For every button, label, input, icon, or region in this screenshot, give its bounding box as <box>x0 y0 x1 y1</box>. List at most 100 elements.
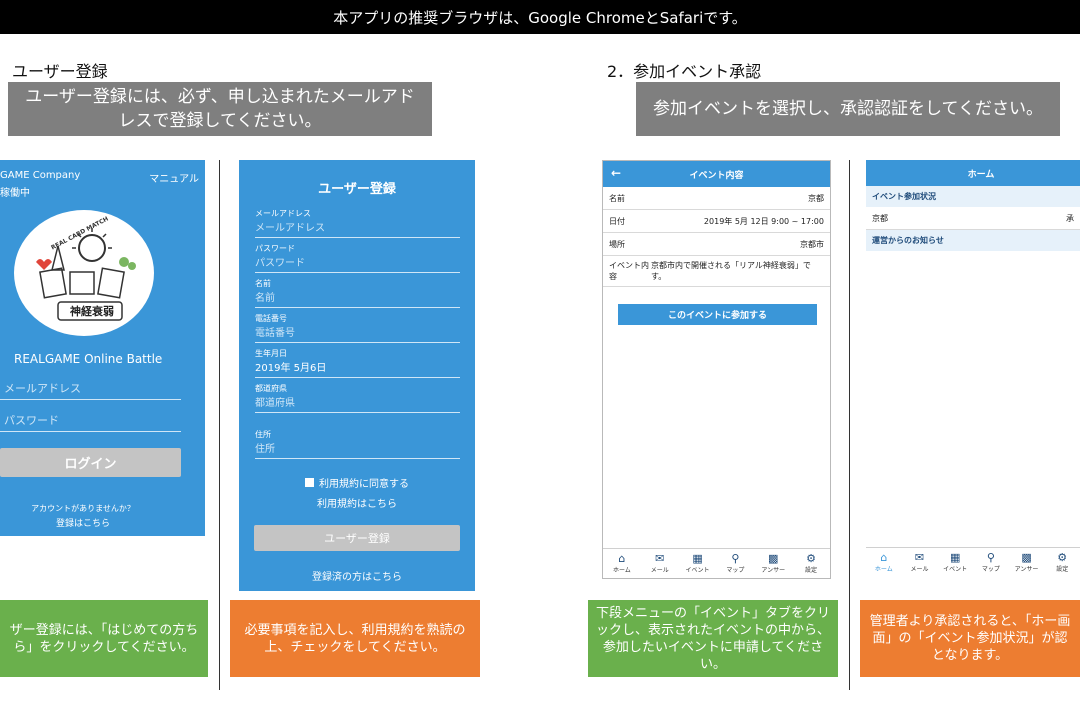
gear-icon: ⚙ <box>806 552 816 565</box>
caption-register-start: ザー登録には、「はじめての方ちら」をクリックしてください。 <box>0 600 208 677</box>
register-field-email[interactable]: メールアドレス メールアドレス <box>255 208 460 238</box>
register-field-prefecture[interactable]: 都道府県 都道府県 <box>255 383 460 413</box>
tab-label: アンサー <box>1014 566 1039 573</box>
tab-label: アンサー <box>761 567 786 574</box>
no-account-text: アカウントがありませんか？ <box>31 504 135 513</box>
register-field-name[interactable]: 名前 名前 <box>255 278 460 308</box>
caption-text: 必要事項を記入し、利用規約を熟読の上、チェックをしてください。 <box>244 622 466 655</box>
status-row-name: 京都 <box>872 213 888 223</box>
field-label: パスワード <box>255 244 295 253</box>
field-label: 都道府県 <box>255 384 287 393</box>
field-input[interactable]: パスワード <box>255 254 460 273</box>
event-row-date: 日付 2019年 5月 12日 9:00 ~ 17:00 <box>603 210 830 233</box>
field-input[interactable]: 電話番号 <box>255 324 460 343</box>
tab-map[interactable]: ⚲ マップ <box>973 552 1009 577</box>
tab-home[interactable]: ⌂ ホーム <box>866 552 902 577</box>
status-row-value: 承 <box>1066 213 1074 223</box>
user-register-button[interactable]: ユーザー登録 <box>254 525 460 551</box>
top-notice-text: 本アプリの推奨ブラウザは、Google ChromeとSafariです。 <box>333 8 747 27</box>
mail-icon: ✉ <box>914 551 925 564</box>
email-input[interactable]: メールアドレス <box>0 378 181 400</box>
home-icon: ⌂ <box>880 551 888 564</box>
tab-label: ホーム <box>874 566 893 573</box>
section1-title: ユーザー登録 <box>12 62 108 81</box>
top-notice-bar: 本アプリの推奨ブラウザは、Google ChromeとSafariです。 <box>0 0 1080 34</box>
field-input[interactable]: 名前 <box>255 289 460 308</box>
register-title: ユーザー登録 <box>318 182 396 197</box>
field-input[interactable]: 都道府県 <box>255 394 460 413</box>
tab-settings[interactable]: ⚙ 設定 <box>1044 552 1080 577</box>
event-row-name: 名前 京都 <box>603 187 830 210</box>
row-label: 日付 <box>609 216 625 226</box>
home-header-title: ホーム <box>967 169 995 180</box>
tab-mail[interactable]: ✉ メール <box>902 552 938 577</box>
app-name: REALGAME Online Battle <box>14 352 163 366</box>
login-button[interactable]: ログイン <box>0 448 181 477</box>
status-row[interactable]: 京都 承 <box>866 207 1080 230</box>
event-header: ← イベント内容 <box>603 161 830 187</box>
agree-checkbox-row[interactable]: 利用規約に同意する <box>305 475 409 490</box>
field-label: 電話番号 <box>255 314 287 323</box>
grid-icon: ▩ <box>768 552 779 565</box>
tab-mail[interactable]: ✉ メール <box>642 553 678 578</box>
company-name: GAME Company <box>0 170 81 181</box>
row-label: 名前 <box>609 193 625 203</box>
caption-fill-form: 必要事項を記入し、利用規約を熟読の上、チェックをしてください。 <box>230 600 480 677</box>
mail-icon: ✉ <box>655 552 665 565</box>
agree-checkbox[interactable] <box>305 478 314 487</box>
event-header-title: イベント内容 <box>689 170 744 181</box>
tab-label: メール <box>910 566 929 573</box>
tab-event[interactable]: ▦ イベント <box>937 552 973 577</box>
tab-event[interactable]: ▦ イベント <box>680 553 716 578</box>
map-pin-icon: ⚲ <box>731 552 740 565</box>
event-row-description: イベント内容 京都市内で開催される「リアル神経衰弱」です。 <box>603 256 830 287</box>
login-link[interactable]: 登録済の方はこちら <box>239 568 475 583</box>
tab-label: メール <box>650 567 669 574</box>
tab-map[interactable]: ⚲ マップ <box>717 553 753 578</box>
manual-link[interactable]: マニュアル <box>149 170 199 185</box>
password-input[interactable]: パスワード <box>0 410 181 432</box>
register-screen: ユーザー登録 メールアドレス メールアドレス パスワード パスワード 名前 名前… <box>239 160 475 591</box>
row-value: 京都市 <box>800 239 824 249</box>
back-arrow-icon[interactable]: ← <box>611 166 621 180</box>
status-header: イベント参加状況 <box>866 186 1080 207</box>
terms-link[interactable]: 利用規約はこちら <box>239 495 475 510</box>
row-label: イベント内容 <box>609 261 649 281</box>
login-screen: GAME Company 稼働中 マニュアル REAL CARD MATCH 神… <box>0 160 205 536</box>
caption-event-tab: 下段メニューの「イベント」タブをクリックし、表示されたイベントの中から、参加した… <box>588 600 838 677</box>
register-field-address[interactable]: 住所 住所 <box>255 429 460 459</box>
caption-text: 下段メニューの「イベント」タブをクリックし、表示されたイベントの中から、参加した… <box>596 605 831 672</box>
grid-icon: ▩ <box>1021 551 1032 564</box>
caption-approval: 管理者より承認されると、「ホー画面」の「イベント参加状況」が認となります。 <box>860 600 1080 677</box>
register-field-phone[interactable]: 電話番号 電話番号 <box>255 313 460 343</box>
tab-label: マップ <box>981 566 1000 573</box>
register-field-password[interactable]: パスワード パスワード <box>255 243 460 273</box>
tab-home[interactable]: ⌂ ホーム <box>604 553 640 578</box>
calendar-icon: ▦ <box>692 552 703 565</box>
tab-label: ホーム <box>612 567 631 574</box>
divider-1 <box>219 160 220 690</box>
tab-label: イベント <box>685 567 710 574</box>
divider-2 <box>849 160 850 690</box>
field-label: 生年月日 <box>255 349 287 358</box>
logo-bottom-text: 神経衰弱 <box>70 305 114 318</box>
row-value: 京都市内で開催される「リアル神経衰弱」です。 <box>651 261 811 281</box>
tab-label: 設定 <box>805 567 818 574</box>
tab-answer[interactable]: ▩ アンサー <box>1009 552 1045 577</box>
field-input[interactable]: メールアドレス <box>255 219 460 238</box>
field-input[interactable]: 2019年 5月6日 <box>255 359 460 378</box>
password-placeholder: パスワード <box>4 414 59 427</box>
tab-answer[interactable]: ▩ アンサー <box>755 553 791 578</box>
field-input[interactable]: 住所 <box>255 440 460 459</box>
field-label: 住所 <box>255 430 271 439</box>
home-icon: ⌂ <box>618 552 626 565</box>
tab-label: マップ <box>726 567 745 574</box>
row-value: 2019年 5月 12日 9:00 ~ 17:00 <box>703 216 824 226</box>
section1-banner-text: ユーザー登録には、必ず、申し込まれたメールアドレスで登録してください。 <box>25 87 415 131</box>
section1-banner: ユーザー登録には、必ず、申し込まれたメールアドレスで登録してください。 <box>8 82 432 136</box>
tab-settings[interactable]: ⚙ 設定 <box>793 553 829 578</box>
join-event-button[interactable]: このイベントに参加する <box>618 304 817 325</box>
register-link[interactable]: 登録はこちら <box>0 516 166 529</box>
register-field-birthday[interactable]: 生年月日 2019年 5月6日 <box>255 348 460 378</box>
event-row-place: 場所 京都市 <box>603 233 830 256</box>
